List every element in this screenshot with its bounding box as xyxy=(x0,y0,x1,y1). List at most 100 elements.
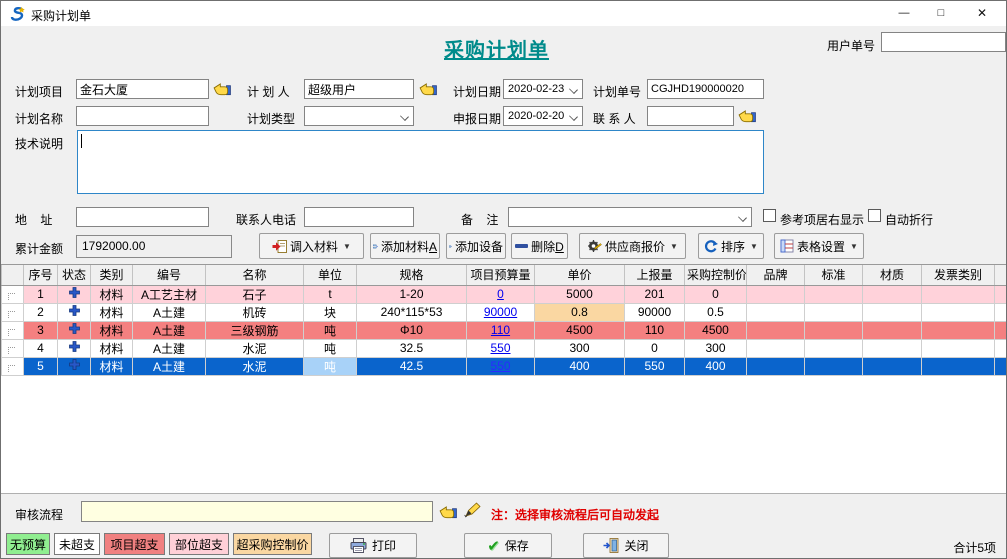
column-header[interactable]: 单位 xyxy=(304,265,357,285)
row-selector[interactable] xyxy=(2,321,24,339)
cell-status[interactable] xyxy=(58,357,91,375)
cell-brand[interactable] xyxy=(747,303,805,321)
auto-wrap-checkbox[interactable] xyxy=(868,209,881,222)
column-header[interactable]: 单价 xyxy=(535,265,625,285)
cell-name[interactable]: 水泥 xyxy=(206,339,304,357)
column-header[interactable]: 名称 xyxy=(206,265,304,285)
cell-unit[interactable]: 吨 xyxy=(304,339,357,357)
contact-input[interactable] xyxy=(647,106,734,126)
cell-control[interactable]: 4500 xyxy=(685,321,747,339)
planner-input[interactable] xyxy=(304,79,414,99)
row-selector[interactable] xyxy=(2,357,24,375)
cell-report[interactable]: 201 xyxy=(625,285,685,303)
cell-price[interactable]: 5000 xyxy=(535,285,625,303)
cell-unit[interactable]: 块 xyxy=(304,303,357,321)
cell-spec[interactable]: 32.5 xyxy=(357,339,467,357)
table-row[interactable]: 2材料A土建机砖块240*115*53900000.8900000.5 xyxy=(2,303,1007,321)
ref-right-checkbox[interactable] xyxy=(763,209,776,222)
cell-invoice[interactable] xyxy=(922,285,995,303)
cell-status[interactable] xyxy=(58,339,91,357)
column-header[interactable]: 状态 xyxy=(58,265,91,285)
phone-input[interactable] xyxy=(304,207,414,227)
table-row[interactable]: 1材料A工艺主材石子t1-20050002010 xyxy=(2,285,1007,303)
minimize-button[interactable]: — xyxy=(887,1,921,26)
cell-type[interactable]: 材料 xyxy=(91,339,133,357)
cell-spec[interactable]: 240*115*53 xyxy=(357,303,467,321)
cell-seq[interactable]: 1 xyxy=(24,285,58,303)
budget-link[interactable]: 0 xyxy=(497,287,504,301)
cell-report[interactable]: 550 xyxy=(625,357,685,375)
cell-seq[interactable]: 2 xyxy=(24,303,58,321)
cell-control[interactable]: 0.5 xyxy=(685,303,747,321)
cell-seq[interactable]: 5 xyxy=(24,357,58,375)
print-button[interactable]: 打印 xyxy=(329,533,417,558)
budget-link[interactable]: 90000 xyxy=(484,305,517,319)
cell-control[interactable]: 300 xyxy=(685,339,747,357)
table-settings-button[interactable]: 表格设置▼ xyxy=(774,233,864,259)
budget-link[interactable]: 550 xyxy=(490,359,510,373)
cell-material[interactable] xyxy=(863,357,922,375)
row-selector[interactable] xyxy=(2,339,24,357)
cell-seq[interactable]: 3 xyxy=(24,321,58,339)
flow-input[interactable] xyxy=(81,501,433,522)
cell-code[interactable]: A土建 xyxy=(133,357,206,375)
plan-project-input[interactable] xyxy=(76,79,209,99)
plan-name-input[interactable] xyxy=(76,106,209,126)
declare-date-combo[interactable]: 2020-02-20 xyxy=(503,106,583,126)
cell-status[interactable] xyxy=(58,285,91,303)
cell-standard[interactable] xyxy=(805,303,863,321)
cell-type[interactable]: 材料 xyxy=(91,285,133,303)
cell-report[interactable]: 90000 xyxy=(625,303,685,321)
cell-invoice[interactable] xyxy=(922,303,995,321)
column-header[interactable]: 发票类别 xyxy=(922,265,995,285)
cell-type[interactable]: 材料 xyxy=(91,303,133,321)
cell-material[interactable] xyxy=(863,321,922,339)
cell-invoice[interactable] xyxy=(922,321,995,339)
cell-standard[interactable] xyxy=(805,357,863,375)
address-input[interactable] xyxy=(76,207,209,227)
cell-type[interactable]: 材料 xyxy=(91,357,133,375)
budget-link[interactable]: 110 xyxy=(491,323,510,337)
cell-spec[interactable]: 42.5 xyxy=(357,357,467,375)
cell-code[interactable]: A土建 xyxy=(133,339,206,357)
plan-no-input[interactable] xyxy=(647,79,764,99)
supplier-quote-button[interactable]: 供应商报价▼ xyxy=(579,233,686,259)
plan-type-combo[interactable] xyxy=(304,106,414,126)
close-button[interactable]: ✕ xyxy=(965,1,999,26)
cell-code[interactable]: A工艺主材 xyxy=(133,285,206,303)
cell-status[interactable] xyxy=(58,303,91,321)
table-row[interactable]: 5材料A土建水泥吨42.5550400550400 xyxy=(2,357,1007,375)
column-header[interactable]: 上报量 xyxy=(625,265,685,285)
cell-spec[interactable]: 1-20 xyxy=(357,285,467,303)
cell-name[interactable]: 石子 xyxy=(206,285,304,303)
row-selector[interactable] xyxy=(2,285,24,303)
cell-standard[interactable] xyxy=(805,321,863,339)
column-header[interactable]: 序号 xyxy=(24,265,58,285)
pick-planner-hand-icon[interactable] xyxy=(419,81,437,96)
cell-brand[interactable] xyxy=(747,285,805,303)
maximize-button[interactable]: □ xyxy=(924,1,958,26)
add-equipment-button[interactable]: 添加设备 xyxy=(446,233,506,259)
cell-name[interactable]: 三级钢筋 xyxy=(206,321,304,339)
cell-status[interactable] xyxy=(58,321,91,339)
tech-desc-textarea[interactable] xyxy=(77,130,764,194)
cell-control[interactable]: 0 xyxy=(685,285,747,303)
cell-material[interactable] xyxy=(863,285,922,303)
budget-link[interactable]: 550 xyxy=(490,341,510,355)
column-header[interactable]: 规格 xyxy=(357,265,467,285)
pick-contact-hand-icon[interactable] xyxy=(738,108,756,123)
cell-brand[interactable] xyxy=(747,321,805,339)
cell-invoice[interactable] xyxy=(922,339,995,357)
cell-budget[interactable]: 550 xyxy=(467,339,535,357)
table-row[interactable]: 4材料A土建水泥吨32.55503000300 xyxy=(2,339,1007,357)
row-selector[interactable] xyxy=(2,303,24,321)
pick-flow-hand-icon[interactable] xyxy=(439,504,457,519)
cell-material[interactable] xyxy=(863,303,922,321)
table-row[interactable]: 3材料A土建三级钢筋吨Φ1011045001104500 xyxy=(2,321,1007,339)
user-no-input[interactable] xyxy=(881,32,1006,52)
remark-combo[interactable] xyxy=(508,207,752,227)
cell-code[interactable]: A土建 xyxy=(133,321,206,339)
cell-standard[interactable] xyxy=(805,285,863,303)
cell-budget[interactable]: 0 xyxy=(467,285,535,303)
cell-invoice[interactable] xyxy=(922,357,995,375)
